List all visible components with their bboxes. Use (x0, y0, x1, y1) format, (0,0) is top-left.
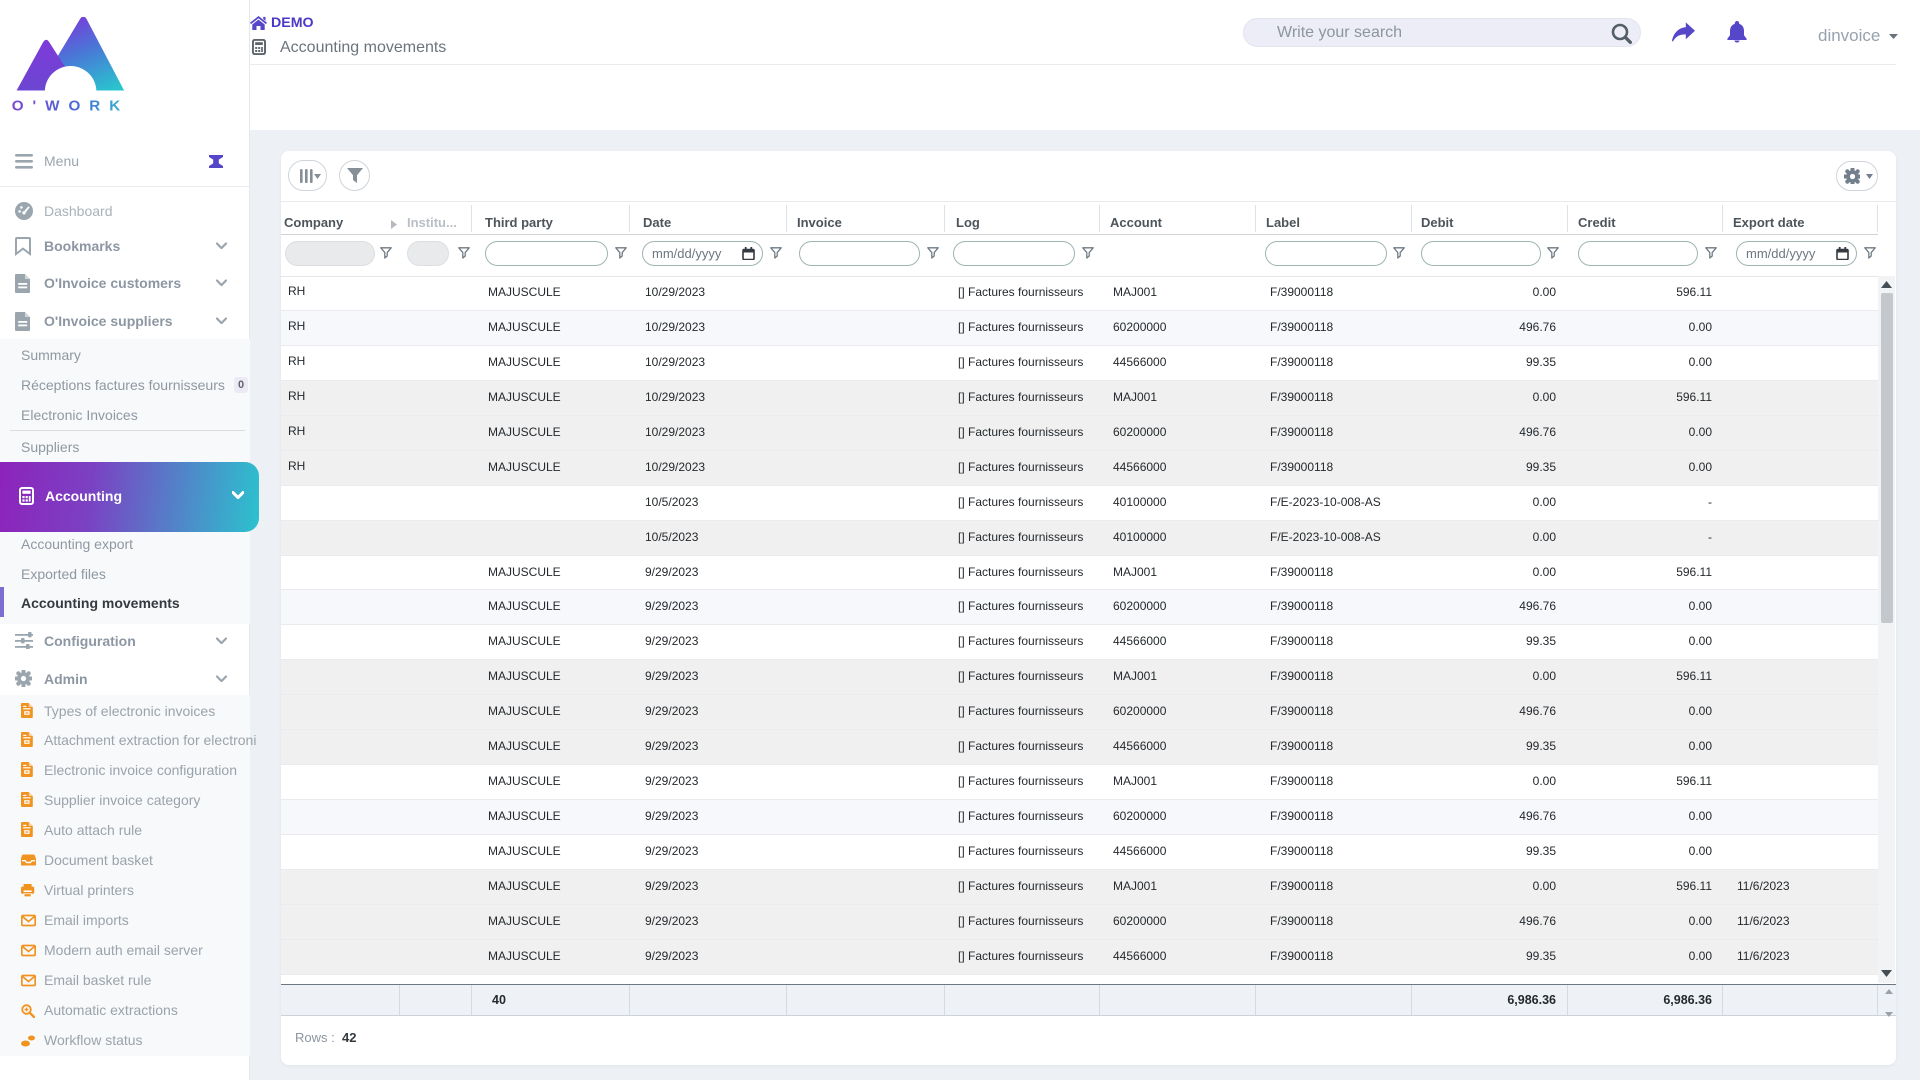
svg-text:O'WORK: O'WORK (12, 98, 130, 114)
